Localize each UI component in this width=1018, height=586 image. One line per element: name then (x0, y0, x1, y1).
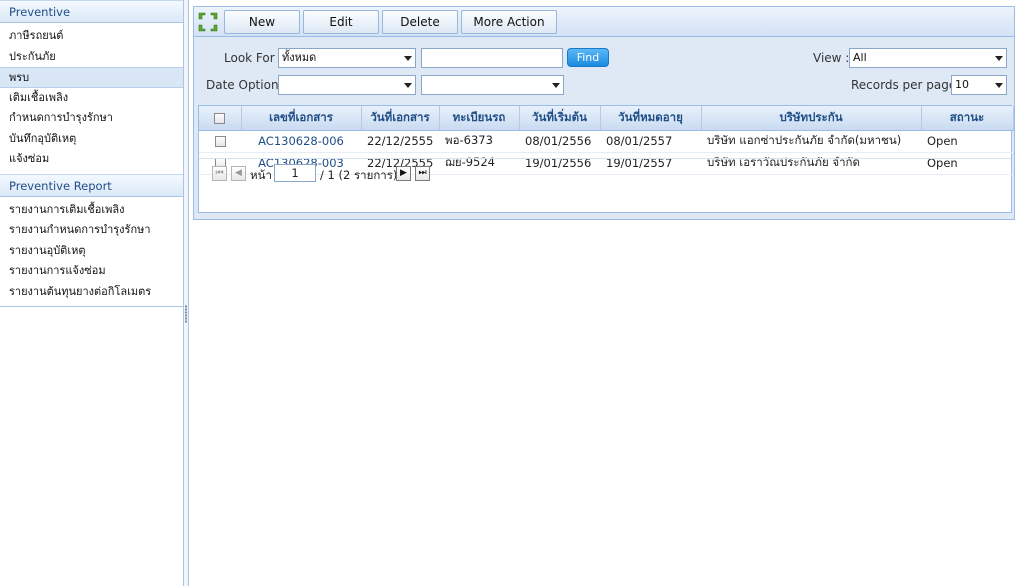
grid-arrows-icon[interactable] (197, 11, 219, 33)
sidebar: Preventive ภาษีรถยนต์ ประกันภัย พรบ เติม… (0, 0, 184, 586)
date-option-2-select[interactable] (421, 75, 564, 95)
page-number-input[interactable]: 1 (274, 164, 316, 182)
sidebar-item-tire-cost-report[interactable]: รายงานต้นทุนยางต่อกิโลเมตร (0, 282, 183, 303)
row-checkbox[interactable] (214, 136, 226, 147)
sidebar-item-vehicle-tax[interactable]: ภาษีรถยนต์ (0, 26, 183, 47)
find-button[interactable]: Find (567, 48, 609, 67)
sidebar-splitter[interactable] (184, 0, 189, 586)
first-page-icon[interactable]: ⏮ (212, 166, 227, 181)
toolbar: New Edit Delete More Action (194, 7, 1014, 37)
chevron-down-icon (404, 56, 412, 61)
filter-form: Look For : ทั้งหมด Find Date Option : Vi… (194, 37, 1014, 105)
sidebar-item-compulsory-insurance[interactable]: พรบ (0, 67, 183, 88)
main-content: New Edit Delete More Action Look For : ท… (190, 0, 1018, 586)
column-header-status[interactable]: สถานะ (921, 106, 1014, 131)
records-per-page-value: 10 (955, 78, 969, 91)
look-for-label: Look For : (224, 51, 283, 65)
new-button[interactable]: New (224, 10, 300, 34)
sidebar-item-repair-report[interactable]: รายงานการแจ้งซ่อม (0, 261, 183, 282)
sidebar-item-refuel[interactable]: เติมเชื้อเพลิง (0, 88, 183, 109)
chevron-down-icon (404, 83, 412, 88)
chevron-down-icon (995, 56, 1003, 61)
records-per-page-select[interactable]: 10 (951, 75, 1007, 95)
status-cell: Open (921, 130, 1013, 153)
sidebar-section-report-header[interactable]: Preventive Report (0, 173, 183, 197)
row-select-cell[interactable] (199, 130, 241, 153)
table-row[interactable]: AC130628-006 22/12/2555 พอ-6373 08/01/25… (199, 130, 1013, 153)
sidebar-menu-preventive: ภาษีรถยนต์ ประกันภัย พรบ เติมเชื้อเพลิง … (0, 23, 183, 174)
sidebar-item-accident-record[interactable]: บันทึกอุบัติเหตุ (0, 129, 183, 150)
column-header-expiry-date[interactable]: วันที่หมดอายุ (600, 106, 702, 131)
next-page-icon[interactable]: ▶ (396, 166, 411, 181)
view-select[interactable]: All (849, 48, 1007, 68)
page-label: หน้า (250, 168, 272, 182)
page-count-text: / 1 (2 รายการ) (320, 168, 398, 182)
pager-divider (199, 158, 1011, 159)
start-date-cell: 08/01/2556 (519, 130, 600, 153)
column-header-insurer[interactable]: บริษัทประกัน (701, 106, 922, 131)
search-input[interactable] (421, 48, 563, 68)
view-label: View : (813, 51, 850, 65)
sidebar-section-preventive-header[interactable]: Preventive (0, 0, 183, 23)
sidebar-item-refuel-report[interactable]: รายงานการเติมเชื้อเพลิง (0, 200, 183, 221)
sidebar-item-maintenance-schedule[interactable]: กำหนดการบำรุงรักษา (0, 108, 183, 129)
select-all-header[interactable] (199, 106, 242, 131)
sidebar-item-maintenance-report[interactable]: รายงานกำหนดการบำรุงรักษา (0, 220, 183, 241)
plate-cell: พอ-6373 (439, 130, 519, 153)
column-header-start-date[interactable]: วันที่เริ่มต้น (519, 106, 601, 131)
sidebar-item-insurance[interactable]: ประกันภัย (0, 47, 183, 68)
look-for-select[interactable]: ทั้งหมด (278, 48, 416, 68)
splitter-grip-icon[interactable] (185, 305, 187, 323)
look-for-value: ทั้งหมด (282, 51, 317, 64)
doc-date-cell: 22/12/2555 (361, 130, 439, 153)
date-option-select[interactable] (278, 75, 416, 95)
pager: ⏮ ◀ หน้า 1 / 1 (2 รายการ) ▶ ⏭ (207, 164, 1007, 184)
select-all-checkbox[interactable] (214, 112, 226, 124)
list-panel: New Edit Delete More Action Look For : ท… (193, 6, 1015, 220)
more-action-button[interactable]: More Action (461, 10, 557, 34)
sidebar-item-accident-report[interactable]: รายงานอุบัติเหตุ (0, 241, 183, 262)
doc-no-link[interactable]: AC130628-006 (241, 130, 361, 153)
table-header-row: เลขที่เอกสาร วันที่เอกสาร ทะเบียนรถ วันท… (199, 106, 1014, 131)
chevron-down-icon (552, 83, 560, 88)
column-header-doc-date[interactable]: วันที่เอกสาร (361, 106, 440, 131)
records-per-page-label: Records per page : (851, 78, 965, 92)
data-grid: เลขที่เอกสาร วันที่เอกสาร ทะเบียนรถ วันท… (198, 105, 1014, 213)
prev-page-icon[interactable]: ◀ (231, 166, 246, 181)
date-option-label: Date Option : (206, 78, 287, 92)
delete-button[interactable]: Delete (382, 10, 458, 34)
edit-button[interactable]: Edit (303, 10, 379, 34)
sidebar-menu-report: รายงานการเติมเชื้อเพลิง รายงานกำหนดการบำ… (0, 197, 183, 307)
insurer-cell: บริษัท แอกซ่าประกันภัย จำกัด(มหาชน) (701, 130, 921, 153)
last-page-icon[interactable]: ⏭ (415, 166, 430, 181)
sidebar-item-repair-request[interactable]: แจ้งซ่อม (0, 149, 183, 170)
view-value: All (853, 51, 867, 64)
expiry-date-cell: 08/01/2557 (600, 130, 701, 153)
chevron-down-icon (995, 83, 1003, 88)
column-header-plate[interactable]: ทะเบียนรถ (439, 106, 520, 131)
column-header-doc-no[interactable]: เลขที่เอกสาร (241, 106, 362, 131)
